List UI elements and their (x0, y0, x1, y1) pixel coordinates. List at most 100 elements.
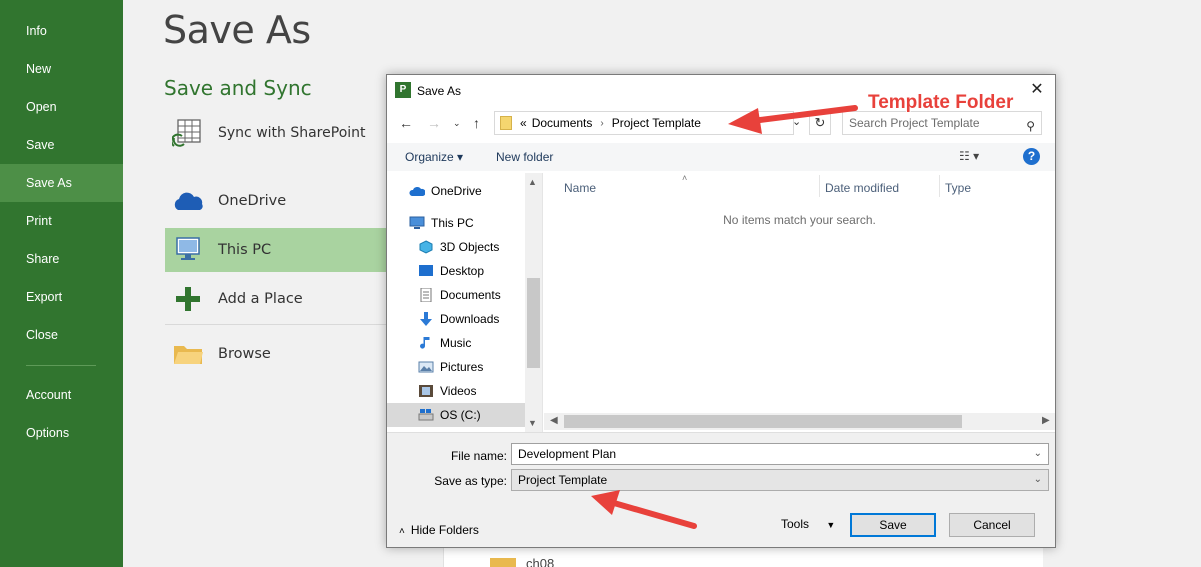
address-bar[interactable]: « Documents › Project Template (494, 111, 794, 135)
sidebar-item-account[interactable]: Account (0, 376, 123, 414)
place-label: OneDrive (218, 193, 287, 209)
empty-state-message: No items match your search. (723, 213, 876, 227)
save-as-backstage-screen: Info New Open Save Save As Print Share E… (0, 0, 1201, 567)
place-add-a-place[interactable]: Add a Place (165, 277, 395, 321)
scroll-up-arrow-icon[interactable]: ▲ (528, 177, 537, 187)
music-note-icon (420, 337, 430, 349)
folder-icon (171, 339, 205, 369)
tree-item-3d-objects[interactable]: 3D Objects (387, 235, 525, 259)
chevron-up-icon: ˄ (399, 526, 405, 537)
column-header-name[interactable]: Name (564, 181, 596, 195)
tree-item-desktop[interactable]: Desktop (387, 259, 525, 283)
tree-item-label: This PC (431, 216, 474, 230)
place-label: Browse (218, 346, 271, 362)
tree-item-label: Pictures (440, 360, 484, 374)
hide-folders-label: Hide Folders (410, 523, 479, 537)
file-name-field[interactable]: Development Plan ⌄ (511, 443, 1049, 465)
scroll-down-arrow-icon[interactable]: ▼ (528, 418, 537, 428)
tree-item-label: OneDrive (431, 184, 482, 198)
tools-label: Tools (781, 517, 810, 531)
help-icon[interactable]: ? (1023, 148, 1040, 165)
save-as-type-value: Project Template (518, 473, 608, 487)
view-options-icon[interactable]: ☷ ▾ (959, 149, 979, 163)
backstage-sidebar: Info New Open Save Save As Print Share E… (0, 0, 123, 567)
recent-folder-label[interactable]: ch08 (526, 556, 554, 567)
tree-item-label: Music (440, 336, 472, 350)
file-list-scrollbar[interactable]: ◀ ▶ (544, 413, 1055, 430)
tree-item-os-c[interactable]: OS (C:) (387, 403, 525, 427)
sidebar-item-export[interactable]: Export (0, 278, 123, 316)
scroll-left-arrow-icon[interactable]: ◀ (550, 415, 558, 426)
save-as-type-label: Save as type: (434, 474, 507, 488)
cancel-button[interactable]: Cancel (949, 513, 1035, 537)
save-as-type-select[interactable]: Project Template ⌄ (511, 469, 1049, 491)
document-icon (420, 288, 432, 302)
scrollbar-thumb[interactable] (527, 278, 540, 368)
sort-ascending-icon: ˄ (682, 173, 688, 183)
plus-icon (171, 284, 205, 314)
place-label: Sync with SharePoint (218, 125, 366, 141)
sidebar-item-share[interactable]: Share (0, 240, 123, 278)
tree-item-videos[interactable]: Videos (387, 379, 525, 403)
place-label: Add a Place (218, 291, 303, 307)
organize-button[interactable]: Organize ▾ (405, 150, 463, 164)
tree-item-label: OS (C:) (440, 408, 481, 422)
column-header-date-modified[interactable]: Date modified (825, 181, 899, 195)
up-arrow-icon[interactable]: ↑ (473, 115, 480, 131)
forward-arrow-icon[interactable]: → (427, 115, 441, 131)
column-header-type[interactable]: Type (945, 181, 971, 195)
places-divider (165, 324, 390, 325)
save-button[interactable]: Save (850, 513, 936, 537)
dialog-title: Save As (417, 84, 462, 98)
breadcrumb-segment-project-template[interactable]: Project Template (612, 116, 701, 130)
chevron-down-icon[interactable]: ⌄ (792, 115, 801, 128)
place-browse[interactable]: Browse (165, 332, 395, 376)
new-folder-button[interactable]: New folder (496, 150, 553, 164)
chevron-down-icon[interactable]: ⌄ (1034, 470, 1042, 490)
sidebar-divider (26, 365, 96, 366)
sidebar-item-save-as[interactable]: Save As (0, 164, 123, 202)
project-app-icon: P (395, 82, 411, 98)
sidebar-item-options[interactable]: Options (0, 414, 123, 452)
tree-item-documents[interactable]: Documents (387, 283, 525, 307)
tree-item-label: Desktop (440, 264, 485, 278)
save-options-panel: File name: Development Plan ⌄ Save as ty… (387, 432, 1055, 547)
page-title: Save As (163, 8, 311, 52)
picture-icon (418, 361, 434, 373)
place-this-pc[interactable]: This PC (165, 228, 395, 272)
breadcrumb-overflow[interactable]: « (520, 116, 527, 130)
place-onedrive[interactable]: OneDrive (165, 179, 395, 223)
place-sync-sharepoint[interactable]: Sync with SharePoint (165, 111, 395, 155)
nav-pane-scrollbar[interactable]: ▲ ▼ (525, 173, 542, 432)
sidebar-item-close[interactable]: Close (0, 316, 123, 354)
sidebar-item-print[interactable]: Print (0, 202, 123, 240)
recent-locations-chevron-icon[interactable]: ⌄ (453, 118, 461, 129)
tree-item-onedrive[interactable]: OneDrive (387, 179, 525, 203)
tools-menu[interactable]: Tools ▼ (781, 517, 835, 531)
sidebar-item-new[interactable]: New (0, 50, 123, 88)
tree-item-downloads[interactable]: Downloads (387, 307, 525, 331)
scroll-right-arrow-icon[interactable]: ▶ (1042, 415, 1050, 426)
refresh-icon[interactable]: ↻ (809, 111, 831, 135)
tree-item-pictures[interactable]: Pictures (387, 355, 525, 379)
tree-item-label: Downloads (440, 312, 500, 326)
tree-item-music[interactable]: Music (387, 331, 525, 355)
hide-folders-button[interactable]: ˄ Hide Folders (399, 523, 479, 537)
sidebar-item-info[interactable]: Info (0, 12, 123, 50)
sidebar-item-save[interactable]: Save (0, 126, 123, 164)
tree-item-this-pc[interactable]: This PC (387, 211, 525, 235)
scrollbar-thumb[interactable] (564, 415, 962, 428)
command-bar: Organize ▾ New folder ☷ ▾ ? (387, 143, 1055, 171)
chevron-right-icon: › (600, 117, 604, 129)
breadcrumb-segment-documents[interactable]: Documents (532, 116, 593, 130)
computer-icon (171, 235, 205, 265)
search-input[interactable]: Search Project Template ⚲ (842, 111, 1042, 135)
cube-icon (419, 240, 433, 254)
back-arrow-icon[interactable]: ← (399, 115, 413, 131)
chevron-down-icon[interactable]: ⌄ (1034, 444, 1042, 464)
sidebar-item-open[interactable]: Open (0, 88, 123, 126)
close-button[interactable]: ✕ (1027, 80, 1047, 100)
file-list: ˄ Name Date modified Type No items match… (544, 173, 1055, 432)
download-arrow-icon (420, 312, 432, 326)
cloud-icon (171, 186, 205, 216)
